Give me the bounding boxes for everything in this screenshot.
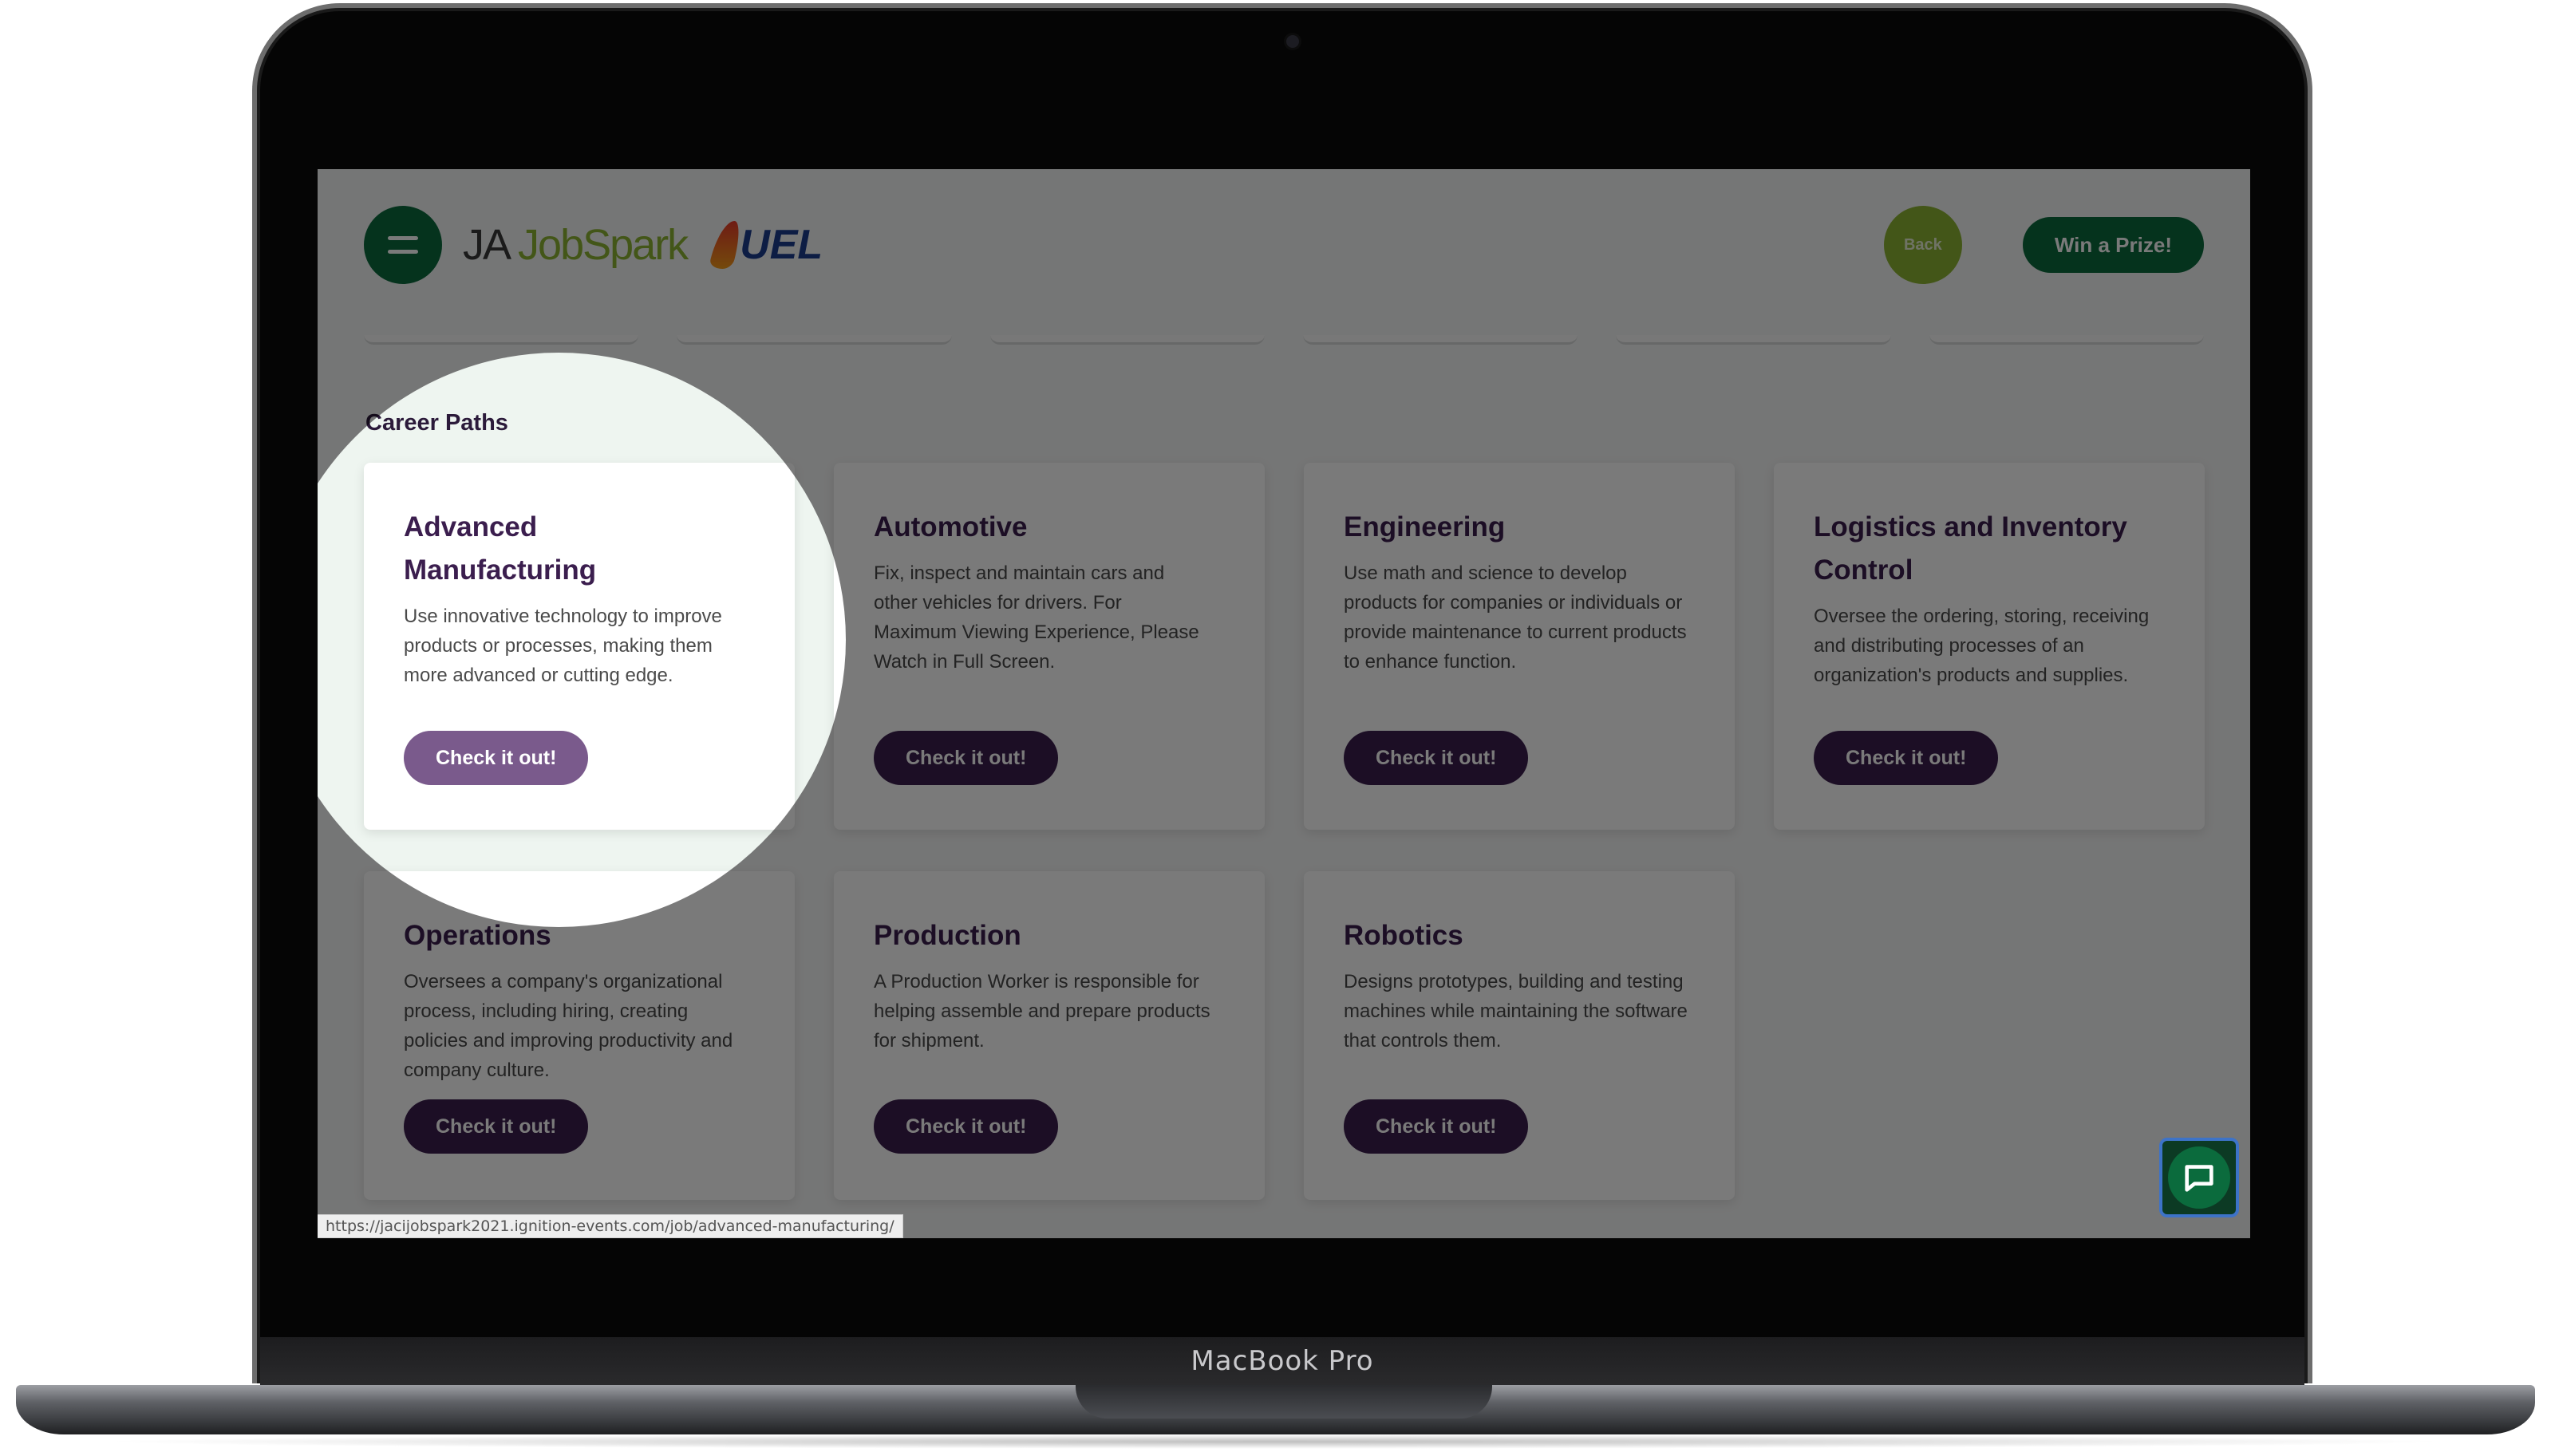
career-card-robotics: Robotics Designs prototypes, building an… [1304, 871, 1735, 1200]
card-title: Engineering [1344, 511, 1506, 543]
ja-jobspark-logo[interactable]: JA JobSpark [463, 220, 689, 270]
check-it-out-button[interactable]: Check it out! [404, 1099, 589, 1154]
strip-card[interactable] [1616, 335, 1891, 345]
logo-ja-text: JA [463, 221, 519, 269]
check-it-out-button[interactable]: Check it out! [874, 1099, 1059, 1154]
bottom-bezel: MacBook Pro [260, 1337, 2304, 1385]
logo-fuel-text: UEL [740, 222, 823, 268]
career-card-engineering: Engineering Use math and science to deve… [1304, 463, 1735, 830]
camera-icon [1286, 35, 1299, 48]
card-description: Oversees a company's organizational proc… [404, 971, 733, 1081]
card-title: Production [874, 920, 1021, 951]
card-description: Designs prototypes, building and testing… [1344, 971, 1688, 1052]
header-actions: Back Win a Prize! [1883, 206, 2204, 284]
menu-button[interactable] [364, 206, 442, 284]
card-description: Use innovative technology to improve pro… [404, 606, 722, 686]
card-title: Logistics and Inventory Control [1814, 511, 2127, 586]
device-label: MacBook Pro [1191, 1345, 1374, 1377]
top-card-strip [364, 335, 2204, 345]
strip-card[interactable] [989, 335, 1265, 345]
card-title: Operations [404, 920, 551, 951]
site-header: JA JobSpark UEL Back Win a Prize! [318, 169, 2250, 321]
strip-card[interactable] [1929, 335, 2204, 345]
screen: JA JobSpark UEL Back Win a Prize! Career… [318, 169, 2250, 1238]
chat-button[interactable] [2159, 1138, 2239, 1217]
laptop-shadow [96, 1434, 2455, 1449]
laptop-notch [1076, 1385, 1492, 1419]
career-paths-page: JA JobSpark UEL Back Win a Prize! Career… [318, 169, 2250, 1238]
hamburger-icon-line [388, 250, 418, 254]
flame-icon [708, 221, 744, 269]
back-button[interactable]: Back [1883, 206, 1962, 284]
check-it-out-button[interactable]: Check it out! [1344, 1099, 1529, 1154]
card-title: Advanced Manufacturing [404, 511, 597, 586]
strip-card[interactable] [364, 335, 639, 345]
card-description: A Production Worker is responsible for h… [874, 971, 1210, 1052]
win-a-prize-button[interactable]: Win a Prize! [2022, 217, 2204, 273]
career-card-advanced-manufacturing: Advanced Manufacturing Use innovative te… [364, 463, 795, 830]
check-it-out-button[interactable]: Check it out! [874, 731, 1059, 785]
strip-card[interactable] [677, 335, 952, 345]
check-it-out-button[interactable]: Check it out! [1344, 731, 1529, 785]
chat-bubble-icon [2168, 1146, 2230, 1209]
career-card-production: Production A Production Worker is respon… [834, 871, 1265, 1200]
card-title: Robotics [1344, 920, 1463, 951]
career-card-logistics: Logistics and Inventory Control Oversee … [1774, 463, 2205, 830]
career-card-automotive: Automotive Fix, inspect and maintain car… [834, 463, 1265, 830]
status-bar-url: https://jacijobspark2021.ignition-events… [318, 1214, 903, 1238]
check-it-out-button[interactable]: Check it out! [404, 731, 589, 785]
section-title: Career Paths [365, 410, 508, 436]
career-card-operations: Operations Oversees a company's organiza… [364, 871, 795, 1200]
card-description: Fix, inspect and maintain cars and other… [874, 562, 1199, 673]
hamburger-icon [388, 236, 418, 240]
fuel-logo: UEL [708, 221, 823, 269]
strip-card[interactable] [1302, 335, 1578, 345]
card-description: Oversee the ordering, storing, receiving… [1814, 606, 2150, 686]
check-it-out-button[interactable]: Check it out! [1814, 731, 1999, 785]
card-title: Automotive [874, 511, 1028, 543]
card-description: Use math and science to develop products… [1344, 562, 1687, 673]
logo-jobspark-text: JobSpark [518, 221, 689, 269]
